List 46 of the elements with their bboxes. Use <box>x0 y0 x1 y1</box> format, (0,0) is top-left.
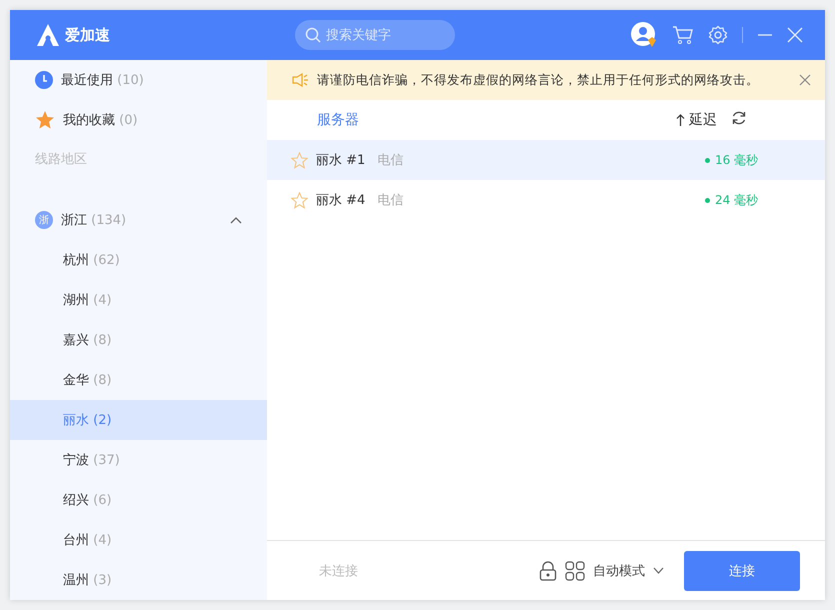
clock-icon <box>35 71 53 89</box>
latency-value: 24 毫秒 <box>715 192 758 208</box>
chevron-icon[interactable] <box>230 216 242 224</box>
carrier-label: 电信 <box>377 192 404 209</box>
city-item[interactable]: 嘉兴 (8) <box>10 320 267 360</box>
lock-icon[interactable] <box>539 560 557 580</box>
city-item[interactable]: 宁波 (37) <box>10 440 267 480</box>
close-icon[interactable] <box>799 74 811 86</box>
notice-text: 请谨防电信诈骗，不得发布虚假的网络言论，禁止用于任何形式的网络攻击。 <box>317 72 760 88</box>
city-item[interactable]: 台州 (4) <box>10 520 267 560</box>
column-header[interactable]: 延迟 <box>676 111 717 129</box>
app-name: 爱加速 <box>65 26 110 44</box>
speaker-icon <box>291 72 309 88</box>
section-label: 线路地区 <box>34 151 88 169</box>
server-row[interactable]: 丽水 #4 电信 24 毫秒 <box>267 180 825 220</box>
column-header[interactable]: 服务器 <box>317 111 359 129</box>
city-item[interactable]: 绍兴 (6) <box>10 480 267 520</box>
server-name: 丽水 #4 <box>316 192 366 209</box>
mode-dropdown[interactable]: 自动模式 <box>593 562 645 580</box>
logo-icon <box>35 23 61 47</box>
latency-value: 16 毫秒 <box>715 152 758 168</box>
city-item[interactable]: 温州 (3) <box>10 560 267 600</box>
region-badge: 浙 <box>35 211 53 229</box>
star-icon[interactable] <box>291 152 308 168</box>
server-row[interactable]: 丽水 #1 电信 16 毫秒 <box>267 140 825 180</box>
grid-icon <box>565 560 585 580</box>
connection-status: 未连接 <box>319 562 358 580</box>
sidebar-item[interactable]: 最近使用 (10) <box>10 60 267 100</box>
city-item[interactable]: 杭州 (62) <box>10 240 267 280</box>
carrier-label: 电信 <box>377 152 404 169</box>
star-icon <box>35 110 55 130</box>
server-name: 丽水 #1 <box>316 152 366 169</box>
avatar-icon[interactable] <box>630 21 658 49</box>
city-item[interactable]: 金华 (8) <box>10 360 267 400</box>
refresh-icon[interactable] <box>731 110 747 126</box>
region-item[interactable]: 浙 浙江 (134) <box>10 200 267 240</box>
sidebar-item[interactable]: 我的收藏 (0) <box>10 100 267 140</box>
connect-button[interactable]: 连接 <box>684 550 800 590</box>
cart-icon[interactable] <box>672 25 694 45</box>
star-icon[interactable] <box>291 192 308 208</box>
city-item[interactable]: 湖州 (4) <box>10 280 267 320</box>
chevron-down-icon[interactable] <box>653 567 664 574</box>
search-icon <box>305 27 321 43</box>
settings-icon[interactable] <box>708 25 728 45</box>
search-field[interactable]: 搜索关键字 <box>295 20 455 50</box>
arrow-up-icon <box>676 114 685 126</box>
